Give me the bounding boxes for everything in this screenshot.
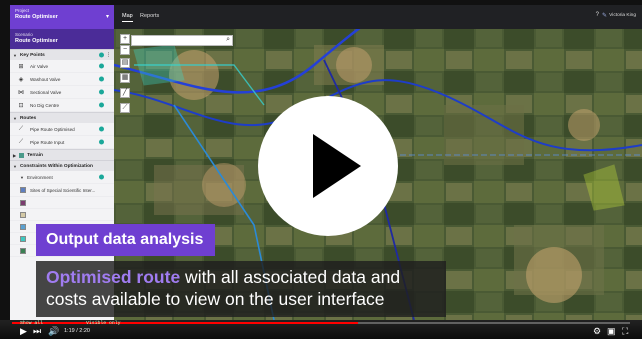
layer-row[interactable] xyxy=(10,197,114,209)
visibility-toggle[interactable] xyxy=(99,89,104,95)
search-icon[interactable]: ⌕ xyxy=(226,36,230,44)
section-key-points[interactable]: ▼ Key Points ⋮ xyxy=(10,49,114,60)
caption-highlight: Optimised route xyxy=(46,267,181,287)
project-label: Project xyxy=(15,8,30,13)
group-environment[interactable]: ▼ Environment xyxy=(10,171,114,184)
layer-swatch xyxy=(20,199,26,206)
scenario-selector[interactable]: Scenario Route Optimiser xyxy=(10,29,114,49)
chevron-down-icon: ▾ xyxy=(105,14,109,20)
washout-valve-icon: ◈ xyxy=(18,76,24,83)
scenario-value: Route Optimiser xyxy=(15,38,58,44)
visibility-toggle[interactable] xyxy=(99,139,104,145)
layer-label: Air Valve xyxy=(30,63,49,69)
project-selector[interactable]: Project Route Optimiser ▾ xyxy=(10,5,114,29)
play-small-icon[interactable]: ▶ xyxy=(20,327,27,336)
miniplayer-icon[interactable]: ▣ xyxy=(607,327,616,336)
layer-swatch xyxy=(20,211,26,218)
volume-icon[interactable]: 🔊 xyxy=(48,327,59,336)
sectional-valve-icon: ⋈ xyxy=(18,89,24,96)
caption-title: Output data analysis xyxy=(36,224,216,256)
visibility-toggle[interactable] xyxy=(99,63,104,69)
measure-icon[interactable]: ⟋ xyxy=(120,103,130,113)
route-line-icon: ⟋ xyxy=(18,125,24,132)
chevron-down-icon: ▼ xyxy=(13,52,17,58)
progress-fill xyxy=(12,322,359,324)
zoom-in-button[interactable]: + xyxy=(120,34,130,44)
section-terrain[interactable]: ▶ Terrain xyxy=(10,149,114,160)
scenario-label: Scenario xyxy=(15,32,33,37)
section-title: Routes xyxy=(19,115,37,121)
visibility-toggle[interactable] xyxy=(99,76,104,82)
layer-label: Washout Valve xyxy=(30,76,61,82)
layer-label: Pipe Route Input xyxy=(30,139,65,145)
more-icon[interactable]: ⋮ xyxy=(106,52,111,58)
next-icon[interactable]: ⏭ xyxy=(33,327,41,336)
layer-swatch xyxy=(20,235,26,242)
visibility-toggle[interactable] xyxy=(99,174,104,180)
chevron-right-icon: ▶ xyxy=(13,152,17,158)
settings-icon[interactable]: ⚙ xyxy=(593,327,601,336)
layer-label: No Dig Centre xyxy=(30,102,60,108)
user-icon[interactable]: ✎ xyxy=(602,12,607,19)
visibility-toggle[interactable] xyxy=(99,126,104,132)
route-line-icon: ⟋ xyxy=(18,138,24,145)
help-icon[interactable]: ? xyxy=(596,12,599,18)
layer-sectional-valve[interactable]: ⋈ Sectional Valve xyxy=(10,86,114,99)
video-frame: Map Reports ? ✎ Victoria King ⌕ + − ▤ ▦ … xyxy=(0,0,642,339)
section-routes[interactable]: ▼ Routes xyxy=(10,112,114,123)
play-icon xyxy=(313,134,361,198)
layer-label: Pipe Route Optimised xyxy=(30,126,75,132)
no-dig-icon: ⊡ xyxy=(18,102,24,109)
layer-pipe-route-optimised[interactable]: ⟋ Pipe Route Optimised xyxy=(10,123,114,136)
draw-line-icon[interactable]: ╱ xyxy=(120,88,130,98)
layer-swatch xyxy=(20,247,26,254)
user-name[interactable]: Victoria King xyxy=(609,13,636,18)
layer-label: Environment xyxy=(26,174,53,180)
layers-icon[interactable]: ▤ xyxy=(120,58,130,68)
visibility-toggle[interactable] xyxy=(99,102,104,108)
project-value: Route Optimiser xyxy=(15,14,58,20)
time-display: 1:19 / 2:20 xyxy=(64,328,90,334)
fullscreen-icon[interactable]: ⛶ xyxy=(622,327,628,336)
chevron-down-icon: ▼ xyxy=(13,115,17,121)
visibility-toggle[interactable] xyxy=(99,52,104,58)
layer-sssi[interactable]: Sites of Special Scientific Inter... xyxy=(10,184,114,197)
chevron-down-icon: ▼ xyxy=(13,163,17,169)
play-button[interactable] xyxy=(258,96,398,236)
layer-pipe-route-input[interactable]: ⟋ Pipe Route Input xyxy=(10,136,114,149)
layer-washout-valve[interactable]: ◈ Washout Valve xyxy=(10,73,114,86)
layer-air-valve[interactable]: ⊞ Air Valve xyxy=(10,60,114,73)
visible-only-label: Visible only xyxy=(86,321,121,326)
zoom-out-button[interactable]: − xyxy=(120,45,130,55)
terrain-swatch xyxy=(19,152,25,158)
section-title: Key Points xyxy=(19,52,45,58)
air-valve-icon: ⊞ xyxy=(18,63,24,70)
layer-swatch xyxy=(20,223,26,230)
section-title: Constraints Within Optimization xyxy=(19,163,93,169)
tab-reports[interactable]: Reports xyxy=(140,13,159,19)
layer-row[interactable] xyxy=(10,209,114,221)
layer-label: Sites of Special Scientific Inter... xyxy=(30,187,96,193)
layer-swatch xyxy=(20,187,26,193)
map-header-bar: Map Reports ? ✎ Victoria King xyxy=(114,5,642,29)
chevron-down-icon: ▼ xyxy=(20,174,24,180)
layer-label: Sectional Valve xyxy=(30,89,62,95)
map-search-input[interactable]: ⌕ xyxy=(131,35,233,46)
basemap-icon[interactable]: ▦ xyxy=(120,73,130,83)
caption-text: Optimised route with all associated data… xyxy=(36,261,446,317)
section-constraints[interactable]: ▼ Constraints Within Optimization xyxy=(10,160,114,171)
section-title: Terrain xyxy=(27,152,43,158)
layer-no-dig-centre[interactable]: ⊡ No Dig Centre xyxy=(10,99,114,112)
tab-map[interactable]: Map xyxy=(122,13,133,22)
